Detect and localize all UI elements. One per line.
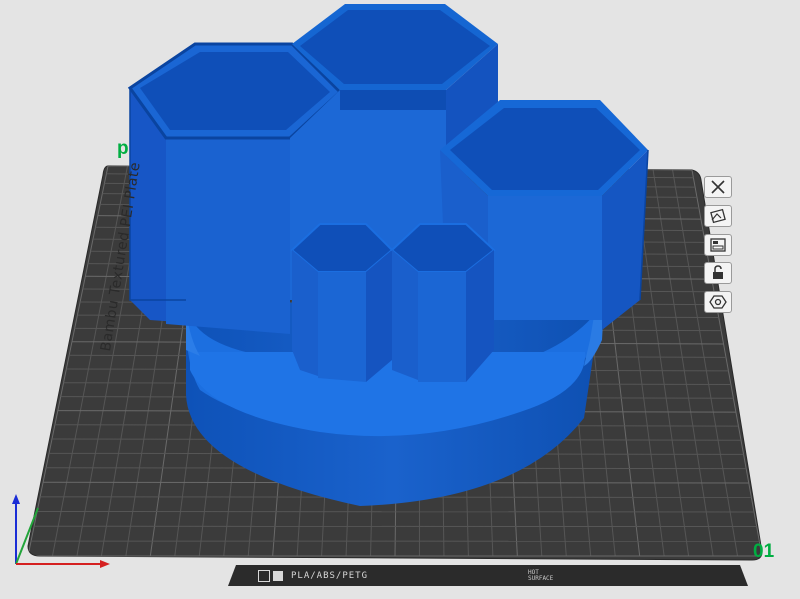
arrange-icon — [710, 238, 726, 252]
orient-icon — [710, 208, 726, 224]
plate-qr-icon — [273, 571, 283, 581]
close-plate-button[interactable] — [704, 176, 732, 198]
plate-number[interactable]: 01 — [753, 541, 774, 563]
plate-settings-button[interactable] — [704, 291, 732, 313]
settings-hex-icon — [709, 295, 727, 309]
lock-icon — [713, 265, 723, 279]
hot-surface-label: HOT SURFACE — [528, 569, 554, 582]
plate-info-strip: PLA/ABS/PETG — [246, 566, 736, 586]
lock-plate-button[interactable] — [704, 262, 732, 284]
filament-types-label: PLA/ABS/PETG — [291, 571, 369, 581]
arrange-button[interactable] — [704, 234, 732, 256]
plate-corner-label: p — [117, 138, 129, 159]
hex-pen-holder-model[interactable] — [127, 4, 649, 506]
plate-logo-icon — [258, 570, 270, 582]
close-icon — [711, 180, 725, 194]
auto-orient-button[interactable] — [704, 205, 732, 227]
